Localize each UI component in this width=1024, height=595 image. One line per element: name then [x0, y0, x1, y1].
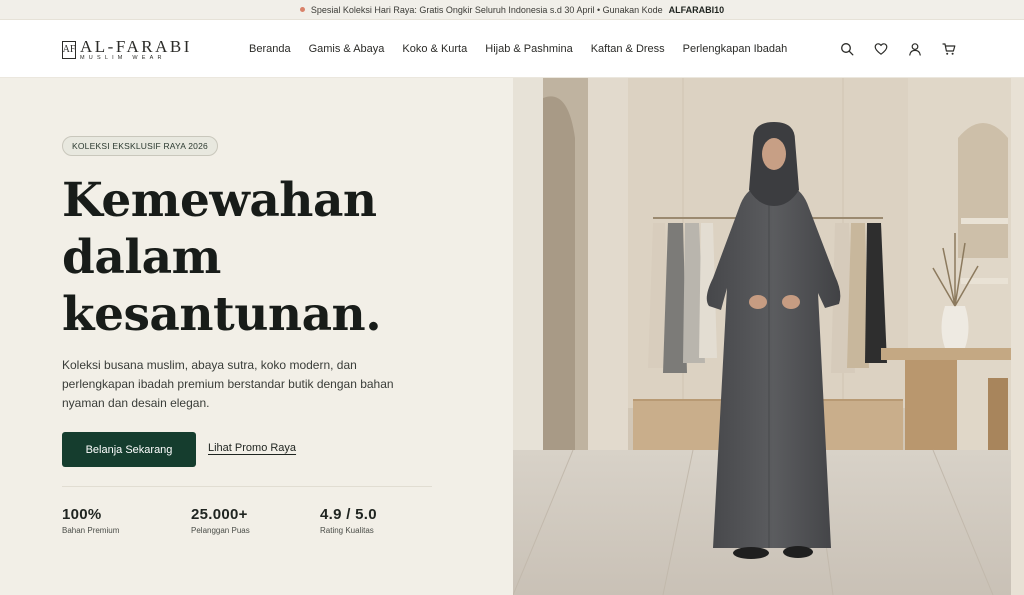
nav-gamis-abaya[interactable]: Gamis & Abaya — [309, 43, 385, 55]
stat-rating: 4.9 / 5.0 Rating Kualitas — [320, 506, 449, 535]
promo-code: ALFARABI10 — [668, 4, 725, 15]
hero-headline: Kemewahan dalam kesantunan. — [62, 172, 442, 343]
stat-premium: 100% Bahan Premium — [62, 506, 191, 535]
heart-icon[interactable] — [874, 42, 888, 56]
search-icon[interactable] — [840, 42, 854, 56]
announcement-bar: Spesial Koleksi Hari Raya: Gratis Ongkir… — [0, 0, 1024, 20]
site-header: AF AL-FARABI MUSLIM WEAR Beranda Gamis &… — [0, 20, 1024, 78]
nav-koko-kurta[interactable]: Koko & Kurta — [402, 43, 467, 55]
hero-image — [513, 78, 1024, 595]
main-nav: Beranda Gamis & Abaya Koko & Kurta Hijab… — [249, 20, 787, 78]
nav-kaftan-dress[interactable]: Kaftan & Dress — [591, 43, 665, 55]
stat-label: Bahan Premium — [62, 526, 120, 535]
stat-label: Pelanggan Puas — [191, 526, 250, 535]
logo-name: AL-FARABI — [80, 37, 192, 56]
stat-label: Rating Kualitas — [320, 526, 374, 535]
promo-link[interactable]: Lihat Promo Raya — [208, 442, 296, 454]
nav-perlengkapan-ibadah[interactable]: Perlengkapan Ibadah — [683, 43, 788, 55]
hero-description: Koleksi busana muslim, abaya sutra, koko… — [62, 358, 394, 410]
logo[interactable]: AF AL-FARABI MUSLIM WEAR — [62, 38, 192, 62]
shop-now-button[interactable]: Belanja Sekarang — [62, 432, 196, 467]
hero-content: KOLEKSI EKSKLUSIF RAYA 2026 Kemewahan da… — [0, 78, 513, 595]
collection-badge: KOLEKSI EKSKLUSIF RAYA 2026 — [62, 136, 218, 156]
announcement-text: Spesial Koleksi Hari Raya: Gratis Ongkir… — [310, 4, 663, 15]
announcement-dot — [299, 7, 305, 12]
user-icon[interactable] — [908, 42, 922, 56]
stats-row: 100% Bahan Premium 25.000+ Pelanggan Pua… — [62, 506, 449, 535]
stats-divider — [62, 486, 432, 487]
logo-subtitle: MUSLIM WEAR — [80, 55, 166, 61]
boutique-model-illustration — [513, 78, 1024, 595]
headline-line-2: dalam — [62, 230, 221, 285]
stat-value: 4.9 / 5.0 — [320, 506, 377, 523]
header-actions — [840, 20, 956, 78]
cart-icon[interactable] — [942, 42, 956, 56]
stat-value: 100% — [62, 506, 102, 523]
stat-customers: 25.000+ Pelanggan Puas — [191, 506, 320, 535]
logo-mark: AF — [62, 40, 76, 59]
nav-hijab-pashmina[interactable]: Hijab & Pashmina — [485, 43, 572, 55]
headline-line-3: kesantunan. — [62, 287, 382, 342]
headline-line-1: Kemewahan — [62, 173, 377, 228]
stat-value: 25.000+ — [191, 506, 248, 523]
nav-beranda[interactable]: Beranda — [249, 43, 291, 55]
